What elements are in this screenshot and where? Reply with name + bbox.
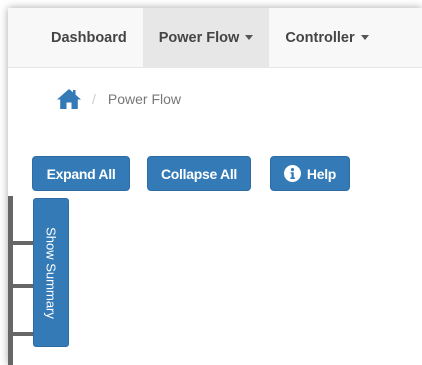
collapse-all-label: Collapse All [160,165,237,182]
breadcrumb-separator: / [92,91,96,107]
rail-tick [8,332,34,336]
home-icon[interactable] [56,88,82,110]
expand-all-label: Expand All [46,165,116,182]
nav-item-label: Controller [285,29,355,46]
collapse-all-button[interactable]: Collapse All [147,156,251,191]
help-button[interactable]: Help [270,156,350,191]
rail-tick [8,241,34,245]
chevron-down-icon [245,35,254,40]
top-navbar: Dashboard Power Flow Controller [8,8,422,68]
summary-rail [8,196,34,365]
app-frame: Dashboard Power Flow Controller / Power … [8,8,422,365]
show-summary-label: Show Summary [43,226,59,319]
nav-item-label: Power Flow [158,29,240,46]
nav-item-dashboard[interactable]: Dashboard [35,8,143,67]
nav-item-power-flow[interactable]: Power Flow [142,8,270,67]
expand-all-button[interactable]: Expand All [32,156,130,191]
breadcrumb-current: Power Flow [107,91,182,107]
nav-item-controller[interactable]: Controller [269,8,384,67]
nav-item-label: Dashboard [51,29,127,46]
show-summary-tab[interactable]: Show Summary [33,198,69,347]
help-label: Help [306,165,337,182]
rail-tick [8,284,34,288]
info-circle-icon [283,165,301,182]
chevron-down-icon [360,35,369,40]
rail-bar [8,196,13,365]
breadcrumb: / Power Flow [56,84,181,114]
